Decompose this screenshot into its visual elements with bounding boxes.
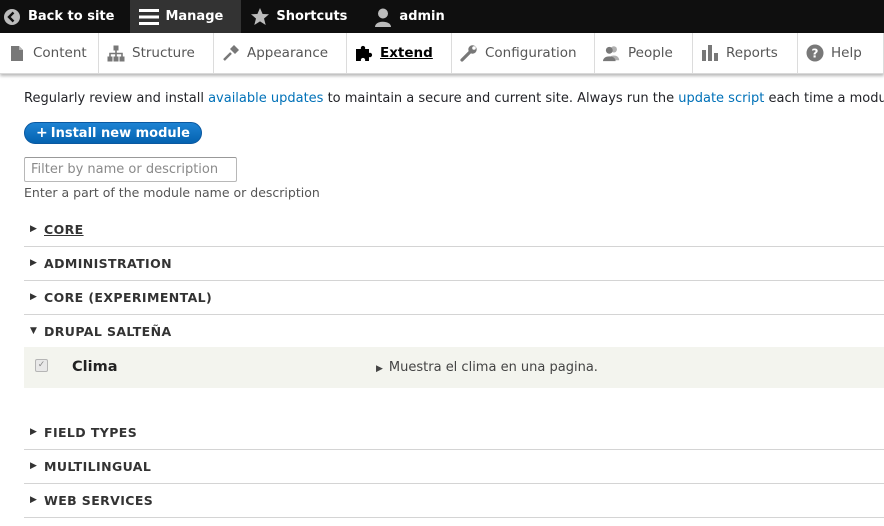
user-icon — [373, 7, 393, 27]
section-administration[interactable]: ▶ ADMINISTRATION — [24, 246, 884, 281]
back-arrow-icon — [2, 7, 22, 27]
collapsed-triangle-icon: ▶ — [30, 258, 38, 268]
tray-item-configuration[interactable]: Configuration — [452, 33, 595, 73]
available-updates-link[interactable]: available updates — [208, 91, 323, 106]
shortcuts-label: Shortcuts — [276, 9, 348, 24]
tray-item-label: Structure — [132, 45, 195, 61]
collapsed-triangle-icon: ▶ — [30, 461, 38, 471]
hamburger-menu-icon — [139, 7, 160, 27]
people-icon — [603, 44, 621, 62]
module-description-toggle[interactable]: ▶ Muestra el clima en una pagina. — [376, 360, 598, 375]
section-multilingual[interactable]: ▶ MULTILINGUAL — [24, 449, 884, 484]
collapsed-triangle-icon: ▶ — [30, 292, 38, 302]
collapsed-triangle-icon: ▶ — [30, 224, 38, 234]
tray-item-extend[interactable]: Extend — [347, 33, 452, 73]
tray-item-label: People — [628, 45, 673, 61]
section-drupal-saltena[interactable]: ▼ DRUPAL SALTEÑA — [24, 314, 884, 348]
manage-tab[interactable]: Manage — [130, 0, 242, 33]
intro-text-part: to maintain a secure and current site. A… — [323, 91, 679, 106]
section-label: CORE (EXPERIMENTAL) — [44, 289, 213, 305]
tray-item-help[interactable]: ? Help — [798, 33, 884, 73]
svg-text:?: ? — [812, 47, 819, 61]
bar-chart-icon — [701, 44, 719, 62]
filter-description: Enter a part of the module name or descr… — [24, 185, 320, 200]
tray-item-structure[interactable]: Structure — [99, 33, 214, 73]
paintbrush-icon — [222, 44, 240, 62]
tray-item-label: Extend — [380, 45, 433, 61]
star-icon — [250, 7, 270, 27]
section-label: WEB SERVICES — [44, 492, 154, 508]
section-web-services[interactable]: ▶ WEB SERVICES — [24, 483, 884, 518]
section-core[interactable]: ▶ CORE — [24, 212, 884, 247]
module-row-clima: ✓ Clima ▶ Muestra el clima en una pagina. — [24, 347, 884, 388]
tray-item-people[interactable]: People — [595, 33, 693, 73]
intro-text-part: Regularly review and install — [24, 91, 209, 106]
collapsed-triangle-icon: ▶ — [30, 427, 38, 437]
section-label: CORE — [44, 221, 84, 237]
install-new-module-button[interactable]: + Install new module — [24, 122, 202, 144]
section-field-types[interactable]: ▶ FIELD TYPES — [24, 415, 884, 450]
section-label: FIELD TYPES — [44, 424, 138, 440]
expanded-triangle-icon: ▼ — [30, 326, 38, 336]
tray-item-label: Configuration — [485, 45, 577, 61]
intro-text-part: each time a modu — [764, 91, 884, 106]
section-core-experimental[interactable]: ▶ CORE (EXPERIMENTAL) — [24, 280, 884, 315]
back-to-site-label: Back to site — [28, 9, 115, 24]
user-label: admin — [399, 9, 445, 24]
user-tab[interactable]: admin — [373, 0, 455, 33]
shortcuts-tab[interactable]: Shortcuts — [241, 0, 373, 33]
sitemap-icon — [107, 44, 125, 62]
section-label: DRUPAL SALTEÑA — [44, 323, 172, 339]
module-enabled-checkbox[interactable]: ✓ — [35, 359, 48, 372]
puzzle-icon — [355, 44, 373, 62]
update-script-link[interactable]: update script — [678, 91, 764, 106]
help-icon: ? — [806, 44, 824, 62]
tray-item-content[interactable]: Content — [0, 33, 99, 73]
collapsed-triangle-icon: ▶ — [30, 495, 38, 505]
install-button-label: Install new module — [50, 125, 190, 141]
admin-tray: Content Structure Appearance Extend Conf… — [0, 33, 884, 74]
intro-text: Regularly review and install available u… — [24, 91, 884, 106]
tray-item-label: Reports — [726, 45, 778, 61]
admin-toolbar: Back to site Manage Shortcuts admin — [0, 0, 884, 33]
back-to-site-link[interactable]: Back to site — [0, 0, 130, 33]
tray-item-label: Appearance — [247, 45, 329, 61]
module-name: Clima — [72, 359, 118, 375]
manage-label: Manage — [165, 9, 224, 24]
module-description: Muestra el clima en una pagina. — [388, 360, 598, 375]
wrench-icon — [460, 44, 478, 62]
tray-item-label: Content — [33, 45, 87, 61]
module-filter-input[interactable] — [24, 157, 237, 182]
page-icon — [8, 44, 26, 62]
collapsed-triangle-icon: ▶ — [376, 364, 383, 374]
tray-item-reports[interactable]: Reports — [693, 33, 798, 73]
plus-icon: + — [36, 125, 48, 141]
tray-item-appearance[interactable]: Appearance — [214, 33, 347, 73]
section-label: MULTILINGUAL — [44, 458, 152, 474]
tray-item-label: Help — [831, 45, 862, 61]
section-label: ADMINISTRATION — [44, 255, 172, 271]
